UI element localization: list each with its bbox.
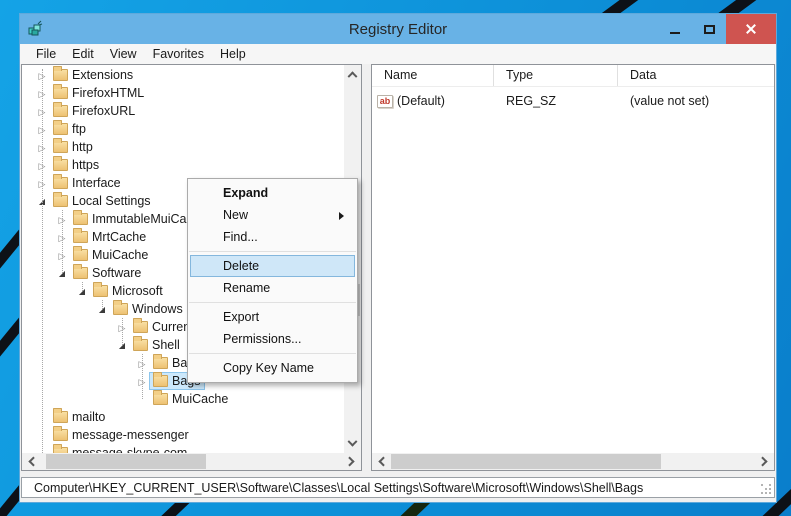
pane-splitter[interactable]: [362, 64, 371, 471]
folder-icon: [73, 264, 88, 279]
menu-item-find[interactable]: Find...: [190, 226, 355, 248]
reg-sz-string-icon: [377, 94, 393, 108]
tree-item-mailto[interactable]: mailto: [23, 408, 345, 426]
scroll-thumb[interactable]: [46, 454, 206, 469]
tree-connector: [42, 69, 43, 453]
close-button[interactable]: [726, 14, 776, 44]
tree-item-message-skype-com[interactable]: message-skype-com: [23, 444, 345, 453]
folder-icon: [53, 102, 68, 117]
value-list-pane: Name Type Data (Default) REG_SZ (value n…: [371, 64, 775, 471]
tree-item-http[interactable]: http: [23, 138, 345, 156]
chevron-left-icon: [28, 456, 39, 467]
menu-file[interactable]: File: [28, 45, 64, 63]
column-header-type[interactable]: Type: [494, 65, 618, 86]
folder-icon: [133, 336, 148, 351]
scroll-right-button[interactable]: [344, 453, 361, 470]
tree-connector: [82, 282, 83, 291]
menu-edit[interactable]: Edit: [64, 45, 102, 63]
value-row-default[interactable]: (Default) REG_SZ (value not set): [372, 92, 774, 110]
close-icon: [745, 23, 757, 35]
tree-item-https[interactable]: https: [23, 156, 345, 174]
tree-item-message-messenger[interactable]: message-messenger: [23, 426, 345, 444]
menu-item-new[interactable]: New: [190, 204, 355, 226]
tree-connector: [142, 354, 143, 399]
menu-separator: [189, 353, 356, 354]
folder-icon: [73, 246, 88, 261]
folder-icon: [113, 300, 128, 315]
value-name: (Default): [397, 94, 445, 108]
folder-icon: [153, 372, 168, 387]
menu-item-copy-key-name[interactable]: Copy Key Name: [190, 357, 355, 379]
minimize-icon: [670, 32, 680, 34]
maximize-icon: [703, 24, 715, 34]
title-bar[interactable]: Registry Editor: [20, 14, 776, 44]
folder-icon: [53, 426, 68, 441]
registry-editor-window: Registry Editor File Edit View Favorites…: [19, 13, 777, 503]
scroll-thumb[interactable]: [391, 454, 661, 469]
folder-icon: [73, 210, 88, 225]
status-bar: Computer\HKEY_CURRENT_USER\Software\Clas…: [21, 477, 775, 498]
chevron-down-icon: [347, 436, 358, 447]
menu-separator: [189, 251, 356, 252]
folder-icon: [153, 354, 168, 369]
folder-icon: [133, 318, 148, 333]
folder-icon: [53, 138, 68, 153]
tree-item-ftp[interactable]: ftp: [23, 120, 345, 138]
maximize-button[interactable]: [692, 14, 726, 44]
tree-item-firefoxurl[interactable]: FirefoxURL: [23, 102, 345, 120]
tree-connector: [122, 318, 123, 345]
menu-view[interactable]: View: [102, 45, 145, 63]
folder-icon: [53, 192, 68, 207]
menu-item-expand[interactable]: Expand: [190, 182, 355, 204]
folder-icon: [153, 390, 168, 405]
menu-item-delete[interactable]: Delete: [190, 255, 355, 277]
folder-icon: [53, 174, 68, 189]
resize-grip[interactable]: [760, 483, 772, 495]
chevron-up-icon: [347, 71, 358, 82]
menu-favorites[interactable]: Favorites: [145, 45, 212, 63]
status-path: Computer\HKEY_CURRENT_USER\Software\Clas…: [34, 480, 644, 495]
value-data: (value not set): [630, 94, 710, 108]
folder-icon: [73, 228, 88, 243]
chevron-left-icon: [378, 456, 389, 467]
scroll-left-button[interactable]: [372, 453, 389, 470]
registry-editor-app-icon: [28, 20, 43, 36]
scroll-right-button[interactable]: [757, 453, 774, 470]
menu-item-permissions[interactable]: Permissions...: [190, 328, 355, 350]
scroll-up-button[interactable]: [344, 65, 361, 82]
folder-icon: [53, 120, 68, 135]
scroll-left-button[interactable]: [22, 453, 39, 470]
menu-item-export[interactable]: Export: [190, 306, 355, 328]
tree-horizontal-scrollbar[interactable]: [22, 453, 361, 470]
tree-connector: [62, 210, 63, 273]
value-type: REG_SZ: [506, 94, 557, 108]
tree-connector: [102, 300, 103, 309]
menu-item-rename[interactable]: Rename: [190, 277, 355, 299]
folder-icon: [53, 156, 68, 171]
folder-icon: [53, 408, 68, 423]
folder-icon: [53, 66, 68, 81]
minimize-button[interactable]: [658, 14, 692, 44]
context-menu: Expand New Find... Delete Rename Export …: [187, 178, 358, 383]
list-header: Name Type Data: [372, 65, 774, 87]
scroll-track[interactable]: [389, 453, 757, 470]
tree-item-muicache-shell[interactable]: MuiCache: [23, 390, 345, 408]
folder-icon: [93, 282, 108, 297]
submenu-arrow-icon: [339, 212, 344, 220]
list-horizontal-scrollbar[interactable]: [372, 453, 774, 470]
menu-separator: [189, 302, 356, 303]
scroll-down-button[interactable]: [344, 436, 361, 453]
menu-bar: File Edit View Favorites Help: [20, 44, 776, 64]
scroll-track[interactable]: [39, 453, 344, 470]
column-header-data[interactable]: Data: [618, 65, 774, 86]
tree-item-extensions[interactable]: Extensions: [23, 66, 345, 84]
chevron-right-icon: [344, 456, 355, 467]
menu-help[interactable]: Help: [212, 45, 254, 63]
tree-item-firefoxhtml[interactable]: FirefoxHTML: [23, 84, 345, 102]
chevron-right-icon: [757, 456, 768, 467]
column-header-name[interactable]: Name: [372, 65, 494, 86]
folder-icon: [53, 84, 68, 99]
